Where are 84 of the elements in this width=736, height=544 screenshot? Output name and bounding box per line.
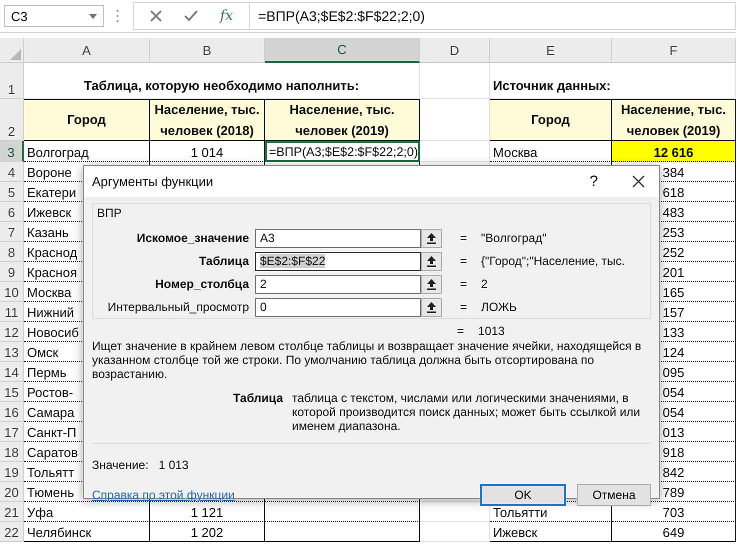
table-cell: 1 014 [150, 141, 265, 162]
column-heading: Город [490, 99, 612, 141]
equals-sign: = [460, 231, 468, 245]
column-header[interactable]: E [490, 38, 612, 63]
name-box[interactable]: C3 [4, 5, 104, 27]
formula-field[interactable]: =ВПР(A3;$E$2:$F$22;2;0) [249, 2, 736, 30]
argument-label: Номер_столбца [154, 277, 250, 291]
column-header[interactable]: D [420, 38, 490, 63]
argument-field[interactable]: 0 [255, 298, 421, 316]
row-header[interactable]: 15 [0, 382, 24, 402]
column-heading: Город [24, 99, 150, 141]
table-cell: 649 [612, 522, 736, 542]
row-header[interactable]: 17 [0, 422, 24, 442]
formula-result: 1013 [478, 324, 505, 338]
table-cell: Ижевск [490, 522, 612, 542]
row-header[interactable]: 1 [0, 63, 24, 99]
argument-label: Таблица [198, 254, 250, 268]
row-header[interactable]: 22 [0, 522, 24, 542]
help-button[interactable]: ? [590, 173, 598, 190]
column-header[interactable]: F [612, 38, 736, 63]
grip-icon [116, 9, 119, 23]
empty-cell [420, 141, 490, 162]
empty-cell [420, 63, 490, 99]
row-header[interactable]: 13 [0, 342, 24, 362]
row-header[interactable]: 11 [0, 302, 24, 322]
argument-field[interactable]: 2 [255, 274, 421, 294]
equals-sign: = [457, 324, 464, 338]
row-header[interactable]: 19 [0, 462, 24, 482]
column-heading: Население, тыс. человек (2019) [265, 99, 420, 141]
row-header[interactable]: 9 [0, 262, 24, 282]
column-header[interactable]: B [150, 38, 265, 63]
collapse-button[interactable] [421, 252, 442, 270]
column-heading: Население, тыс. человек (2019) [612, 99, 736, 141]
row-header[interactable]: 2 [0, 99, 24, 141]
argument-field[interactable]: A3 [255, 228, 421, 248]
function-name: ВПР [97, 206, 123, 220]
cancel-icon[interactable] [150, 10, 162, 22]
row-header[interactable]: 8 [0, 242, 24, 262]
table-cell: Уфа [24, 502, 150, 522]
argument-field[interactable]: $E$2:$F$22 [255, 252, 421, 270]
upload-arrow-icon [427, 232, 436, 244]
collapse-button[interactable] [421, 228, 442, 248]
close-icon[interactable] [632, 175, 645, 188]
argument-result: "Волгоград" [481, 231, 546, 245]
table-cell: Челябинск [24, 522, 150, 542]
argument-name: Таблица [232, 391, 284, 407]
equals-sign: = [460, 254, 468, 268]
value-text: 1 013 [158, 458, 189, 472]
row-header[interactable]: 6 [0, 202, 24, 222]
upload-arrow-icon [427, 256, 436, 266]
insert-function-button[interactable]: fx [220, 8, 234, 24]
empty-cell [420, 522, 490, 542]
row-header[interactable]: 12 [0, 322, 24, 342]
row-header[interactable]: 20 [0, 482, 24, 502]
equals-sign: = [460, 277, 468, 291]
check-icon[interactable] [184, 10, 198, 22]
row-header[interactable]: 10 [0, 282, 24, 302]
collapse-button[interactable] [421, 298, 442, 316]
argument-result: 2 [481, 277, 488, 291]
row-header[interactable]: 21 [0, 502, 24, 522]
triangle-icon [10, 49, 21, 60]
highlighted-cell: 12 616 [612, 141, 736, 162]
row-header[interactable]: 4 [0, 162, 24, 182]
ok-button[interactable]: OK [480, 484, 566, 506]
equals-sign: = [460, 300, 468, 314]
upload-arrow-icon [427, 278, 436, 290]
column-header[interactable]: A [24, 38, 150, 63]
cancel-button[interactable]: Отмена [577, 484, 651, 506]
column-heading: Население, тыс. человек (2018) [150, 99, 265, 141]
collapse-button[interactable] [421, 274, 442, 294]
row-header[interactable]: 5 [0, 182, 24, 202]
argument-result: ЛОЖЬ [481, 300, 517, 314]
row-header[interactable]: 16 [0, 402, 24, 422]
caret-icon [89, 14, 97, 18]
row-header[interactable]: 3 [0, 141, 24, 162]
row-header[interactable]: 14 [0, 362, 24, 382]
table-cell: Волгоград [24, 141, 150, 162]
formula-cell: =ВПР(A3;$E$2:$F$22;2;0) [265, 141, 420, 162]
row-header[interactable]: 18 [0, 442, 24, 462]
column-header[interactable]: C [265, 38, 420, 63]
upload-arrow-icon [427, 302, 436, 312]
table-cell: 1 202 [150, 522, 265, 542]
table-cell: 1 121 [150, 502, 265, 522]
row-header[interactable]: 7 [0, 222, 24, 242]
